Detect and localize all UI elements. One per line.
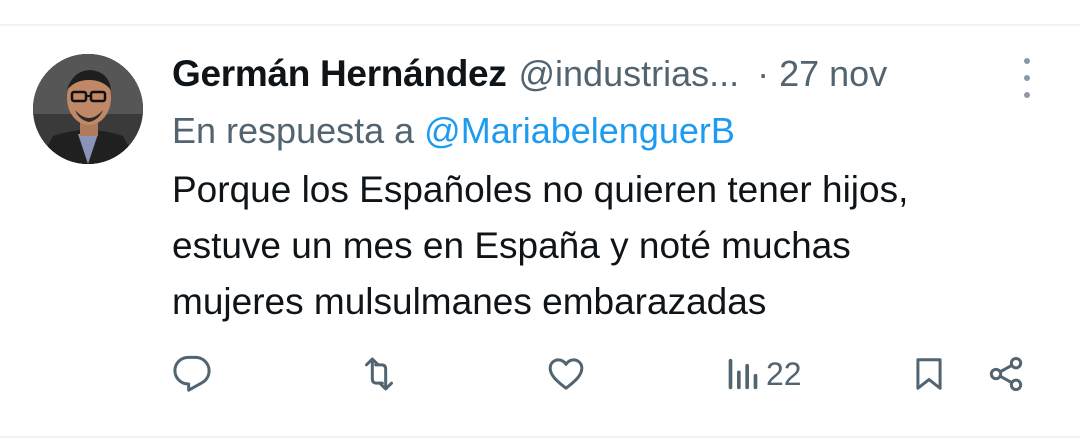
tweet[interactable]: Germán Hernández @industrias... · 27 nov… [0,26,1080,436]
bookmark-button[interactable] [910,354,948,394]
more-dot [1024,58,1030,64]
tweet-content: Germán Hernández @industrias... · 27 nov… [172,48,1052,330]
tweet-text-line: mujeres mulsulmanes embarazadas [172,281,767,322]
views-button[interactable]: 22 [726,354,802,394]
views-icon [726,354,760,394]
reply-prefix: En respuesta a [172,110,415,151]
separator-dot: · [757,53,770,94]
like-icon [546,354,586,394]
display-name[interactable]: Germán Hernández [172,53,507,95]
reply-mention-link[interactable]: @MariabelenguerB [424,110,735,151]
tweet-text-line: Porque los Españoles no quieren tener hi… [172,169,909,210]
views-count: 22 [766,355,802,392]
share-icon [986,354,1026,394]
user-handle[interactable]: @industrias... [518,53,739,95]
bottom-divider [0,436,1080,438]
retweet-icon [358,354,400,394]
tweet-text: Porque los Españoles no quieren tener hi… [172,162,1032,330]
more-dot [1024,75,1030,81]
share-button[interactable] [986,354,1026,394]
more-options-icon[interactable] [1017,58,1037,98]
more-dot [1024,92,1030,98]
avatar[interactable] [33,54,143,164]
tweet-header: Germán Hernández @industrias... · 27 nov [172,48,1052,100]
bookmark-icon [910,354,948,394]
reply-button[interactable] [172,354,212,394]
reply-icon [172,354,212,394]
reply-context: En respuesta a @MariabelenguerB [172,106,1052,156]
tweet-date[interactable]: 27 nov [779,53,887,95]
tweet-text-line: estuve un mes en España y noté muchas [172,225,851,266]
like-button[interactable] [546,354,586,394]
retweet-button[interactable] [358,354,400,394]
action-bar: 22 [0,346,1080,406]
